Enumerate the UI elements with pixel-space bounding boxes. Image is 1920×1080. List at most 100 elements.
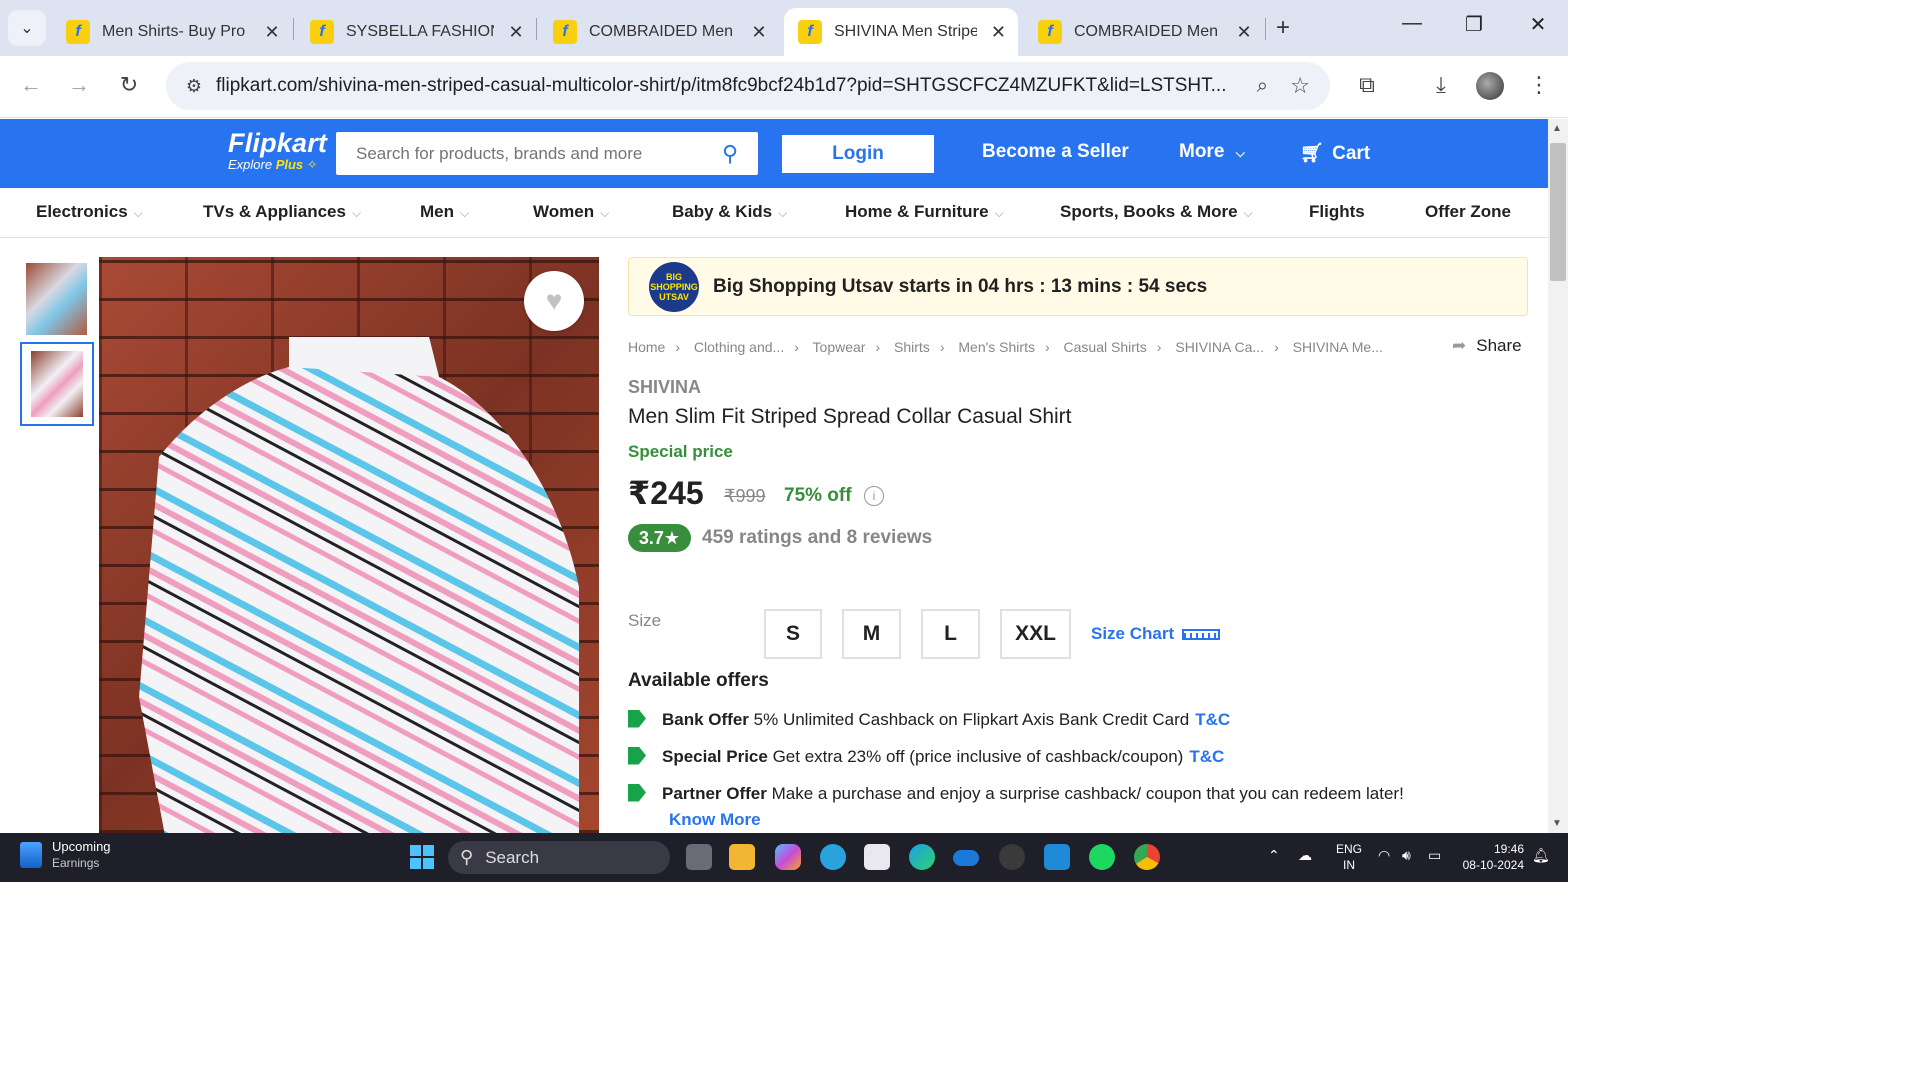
cart-link[interactable]: 🛒︎ Cart: [1300, 141, 1370, 165]
scrollbar-thumb[interactable]: [1550, 143, 1566, 281]
size-option-s[interactable]: S: [764, 609, 822, 659]
spotify-icon[interactable]: [1089, 844, 1115, 870]
breadcrumb-item[interactable]: Home: [628, 339, 665, 355]
search-box[interactable]: Search for products, brands and more ⚲: [336, 132, 758, 175]
terms-link[interactable]: T&C: [1189, 747, 1224, 766]
close-tab-icon[interactable]: ✕: [262, 22, 282, 43]
size-label: Size: [628, 611, 662, 630]
wifi-icon[interactable]: ◠: [1378, 847, 1390, 864]
tab-divider: [536, 18, 537, 40]
download-icon[interactable]: ⤓: [1426, 72, 1456, 98]
browser-tab-active[interactable]: f SHIVINA Men Stripe ✕: [784, 8, 1018, 56]
terms-link[interactable]: T&C: [1195, 710, 1230, 729]
new-tab-icon[interactable]: +: [1276, 14, 1290, 42]
wishlist-heart-icon[interactable]: ♥: [524, 271, 584, 331]
product-main-image[interactable]: [99, 257, 599, 833]
category-tvs-appliances[interactable]: TVs & Appliances ⌵: [203, 202, 361, 222]
back-icon[interactable]: ←: [16, 72, 46, 98]
browser-tab[interactable]: f COMBRAIDED Men ✕: [539, 8, 779, 56]
category-electronics[interactable]: Electronics ⌵: [36, 202, 143, 222]
tab-title: SYSBELLA FASHION: [346, 23, 494, 40]
tab-search-dropdown-icon[interactable]: ⌄: [8, 10, 46, 46]
edge-icon[interactable]: [909, 844, 935, 870]
product-thumbnail-selected[interactable]: [20, 342, 94, 426]
task-view-icon[interactable]: [686, 844, 712, 870]
forward-icon[interactable]: →: [64, 72, 94, 98]
taskbar-search[interactable]: ⚲ Search: [448, 841, 670, 874]
category-women[interactable]: Women ⌵: [533, 202, 609, 222]
profile-avatar[interactable]: [1476, 72, 1504, 100]
browser-toolbar: ← → ↻ ⚙ flipkart.com/shivina-men-striped…: [0, 56, 1568, 118]
url-text[interactable]: flipkart.com/shivina-men-striped-casual-…: [216, 75, 1226, 97]
category-offer-zone[interactable]: Offer Zone: [1425, 202, 1511, 222]
address-bar[interactable]: ⚙ flipkart.com/shivina-men-striped-casua…: [166, 62, 1330, 110]
category-home-furniture[interactable]: Home & Furniture ⌵: [845, 202, 1004, 222]
size-option-xxl[interactable]: XXL: [1000, 609, 1071, 659]
windows-start-icon[interactable]: [410, 845, 434, 869]
site-info-icon[interactable]: ⚙: [172, 76, 216, 97]
volume-icon[interactable]: 🔊︎: [1402, 847, 1411, 864]
know-more-link[interactable]: Know More: [669, 810, 761, 830]
onedrive-icon[interactable]: [953, 850, 979, 866]
scroll-up-icon[interactable]: ▲: [1552, 123, 1562, 134]
size-chart-link[interactable]: Size Chart: [1091, 624, 1221, 644]
browser-menu-icon[interactable]: ⋮: [1524, 72, 1554, 98]
category-sports-books[interactable]: Sports, Books & More ⌵: [1060, 202, 1253, 222]
show-hidden-icons-icon[interactable]: ⌃: [1268, 847, 1280, 864]
search-input[interactable]: Search for products, brands and more: [336, 144, 702, 164]
close-tab-icon[interactable]: ✕: [989, 22, 1008, 43]
notification-bell-icon[interactable]: 🔔︎: [1532, 847, 1550, 864]
category-men[interactable]: Men ⌵: [420, 202, 469, 222]
category-baby-kids[interactable]: Baby & Kids ⌵: [672, 202, 787, 222]
browser-tab[interactable]: f COMBRAIDED Men ✕: [1024, 8, 1264, 56]
copilot-icon[interactable]: [775, 844, 801, 870]
reload-icon[interactable]: ↻: [114, 72, 144, 98]
close-tab-icon[interactable]: ✕: [1234, 22, 1254, 43]
battery-icon[interactable]: ▭: [1428, 847, 1441, 864]
flipkart-logo[interactable]: Flipkart Explore Plus ✧: [228, 129, 327, 173]
browser-tab[interactable]: f SYSBELLA FASHION ✕: [296, 8, 536, 56]
restore-icon[interactable]: ❐: [1454, 12, 1494, 37]
close-tab-icon[interactable]: ✕: [749, 22, 769, 43]
breadcrumb-item[interactable]: Shirts: [894, 339, 930, 355]
close-tab-icon[interactable]: ✕: [506, 22, 526, 43]
login-button[interactable]: Login: [782, 135, 934, 173]
tab-title: COMBRAIDED Men: [1074, 23, 1219, 40]
category-flights[interactable]: Flights: [1309, 202, 1365, 222]
telegram-icon[interactable]: [820, 844, 846, 870]
info-icon[interactable]: i: [864, 486, 884, 506]
minimize-icon[interactable]: —: [1392, 12, 1432, 35]
shirt-image: [139, 337, 579, 833]
page-scrollbar[interactable]: ▲ ▼: [1548, 119, 1568, 833]
share-button[interactable]: ➦ Share: [1452, 336, 1522, 356]
search-icon[interactable]: ⚲: [702, 141, 758, 167]
product-thumbnail[interactable]: [26, 263, 87, 335]
system-clock[interactable]: 19:46 08-10-2024: [1460, 841, 1524, 873]
breadcrumb-item[interactable]: Topwear: [813, 339, 866, 355]
breadcrumb-item[interactable]: SHIVINA Ca...: [1175, 339, 1264, 355]
size-option-l[interactable]: L: [921, 609, 980, 659]
chrome-icon[interactable]: [1134, 844, 1160, 870]
file-explorer-icon[interactable]: [729, 844, 755, 870]
language-indicator[interactable]: ENG IN: [1336, 841, 1362, 873]
bookmark-star-icon[interactable]: ☆: [1290, 73, 1310, 99]
onedrive-tray-icon[interactable]: ☁︎: [1298, 847, 1312, 864]
scroll-down-icon[interactable]: ▼: [1552, 818, 1562, 829]
flipkart-favicon-icon: f: [66, 20, 90, 44]
product-title: Men Slim Fit Striped Spread Collar Casua…: [628, 405, 1072, 428]
close-window-icon[interactable]: ✕: [1518, 12, 1558, 37]
widgets-button[interactable]: Upcoming Earnings: [20, 839, 111, 871]
microsoft-store-icon[interactable]: [864, 844, 890, 870]
become-seller-link[interactable]: Become a Seller: [982, 141, 1129, 163]
more-menu[interactable]: More ⌵: [1179, 141, 1245, 163]
breadcrumb-item[interactable]: Clothing and...: [694, 339, 784, 355]
breadcrumb-item[interactable]: Men's Shirts: [958, 339, 1035, 355]
extensions-icon[interactable]: ⧉: [1352, 72, 1382, 98]
app-icon[interactable]: [999, 844, 1025, 870]
size-option-m[interactable]: M: [842, 609, 901, 659]
browser-tab[interactable]: f Men Shirts- Buy Pro ✕: [52, 8, 292, 56]
ratings-reviews-count[interactable]: 459 ratings and 8 reviews: [702, 527, 932, 549]
vscode-icon[interactable]: [1044, 844, 1070, 870]
zoom-icon[interactable]: ⌕: [1257, 75, 1268, 98]
breadcrumb-item[interactable]: Casual Shirts: [1064, 339, 1147, 355]
